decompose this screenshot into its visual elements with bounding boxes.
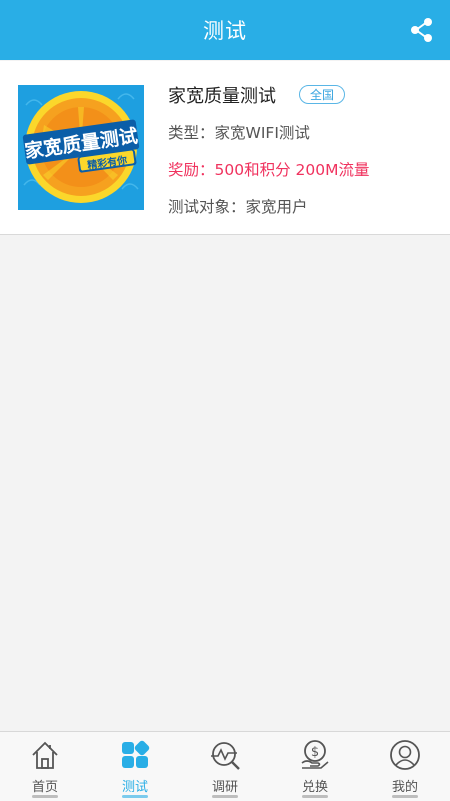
tab-home-indicator — [32, 795, 58, 798]
task-target: 测试对象：家宽用户 — [168, 198, 308, 216]
task-card[interactable]: 家宽质量测试 精彩有你 家宽质量测试 全国 类型：家宽WIFI测试 奖励：500… — [0, 61, 450, 235]
profile-icon — [390, 740, 420, 770]
tab-home[interactable]: 首页 — [0, 732, 90, 801]
tab-research-label: 调研 — [211, 780, 238, 795]
tab-exchange-indicator — [302, 795, 328, 798]
research-icon — [211, 742, 240, 770]
share-button[interactable] — [408, 16, 436, 44]
task-thumbnail: 家宽质量测试 精彩有你 — [18, 85, 144, 210]
svg-text:$: $ — [311, 745, 319, 760]
bottom-tabbar: 首页 测试 调研 $ 兑换 我的 — [0, 731, 450, 801]
task-type: 类型：家宽WIFI测试 — [168, 124, 310, 142]
tab-test-indicator — [122, 795, 148, 798]
tab-research-indicator — [212, 795, 238, 798]
grid-icon — [122, 740, 150, 768]
tab-home-label: 首页 — [31, 780, 58, 795]
scope-badge: 全国 — [299, 85, 345, 104]
tab-profile-label: 我的 — [391, 780, 418, 795]
tab-exchange[interactable]: $ 兑换 — [270, 732, 360, 801]
app-header: 测试 — [0, 0, 450, 60]
exchange-icon: $ — [301, 740, 329, 769]
share-icon — [411, 18, 432, 42]
task-title: 家宽质量测试 — [168, 86, 276, 107]
home-icon — [32, 741, 58, 769]
tab-test[interactable]: 测试 — [90, 732, 180, 801]
tab-test-label: 测试 — [121, 780, 148, 795]
tab-profile-indicator — [392, 795, 418, 798]
task-reward: 奖励：500和积分 200M流量 — [168, 161, 370, 179]
tab-research[interactable]: 调研 — [180, 732, 270, 801]
tab-profile[interactable]: 我的 — [360, 732, 450, 801]
page-title: 测试 — [203, 19, 247, 43]
tab-exchange-label: 兑换 — [301, 780, 328, 795]
